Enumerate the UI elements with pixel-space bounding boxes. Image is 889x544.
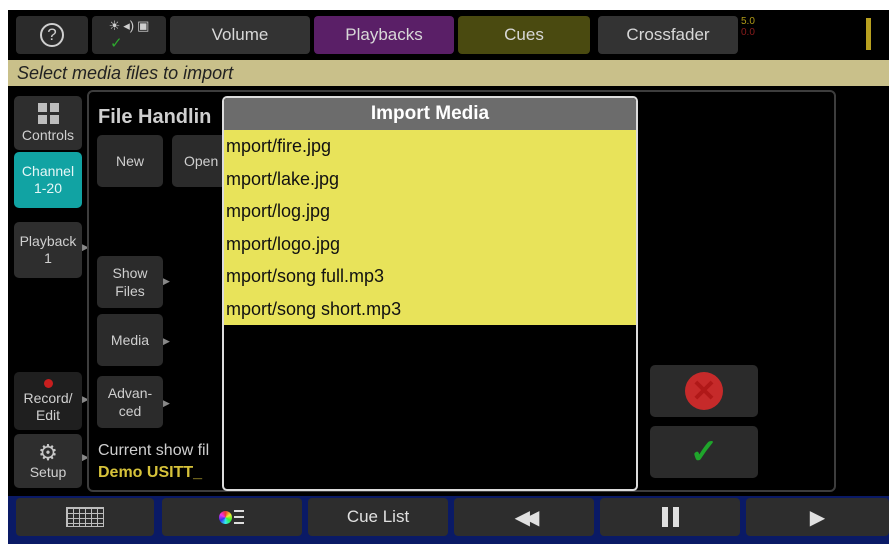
- sidebar-item-label: Edit: [35, 406, 61, 423]
- media-label: Media: [110, 332, 150, 348]
- image-icon: ▣: [137, 18, 150, 33]
- play-button[interactable]: ▶: [746, 498, 889, 536]
- crossfader-button[interactable]: Crossfader: [598, 16, 738, 54]
- sidebar-item-playback[interactable]: Playback 1: [14, 222, 82, 278]
- sidebar-item-record-edit[interactable]: Record/ Edit: [14, 372, 82, 430]
- advanced-label: Advan-: [107, 385, 153, 401]
- show-files-label: Files: [115, 283, 145, 299]
- record-dot-icon: [43, 378, 53, 388]
- check-icon: ✓: [110, 35, 123, 52]
- sidebar-item-label: Setup: [29, 463, 67, 480]
- color-picker-icon: [219, 507, 245, 527]
- keypad-button[interactable]: [16, 498, 154, 536]
- list-item[interactable]: mport/song full.mp3: [224, 260, 636, 293]
- app-window: ? ☀ ◂) ▣ ✓ Volume Playbacks Cues Crossfa…: [8, 10, 889, 544]
- sidebar-item-label: Channel: [21, 163, 75, 179]
- grid-icon: [66, 507, 104, 527]
- list-item[interactable]: mport/lake.jpg: [224, 163, 636, 196]
- sidebar-item-label: Playback: [19, 233, 77, 249]
- media-button[interactable]: Media: [97, 314, 163, 366]
- grid-icon: [37, 102, 59, 124]
- playbacks-button[interactable]: Playbacks: [314, 16, 454, 54]
- volume-button[interactable]: Volume: [170, 16, 310, 54]
- level-bottom: 0.0: [741, 27, 755, 38]
- advanced-label: ced: [118, 403, 142, 419]
- brightness-icon: ☀: [108, 18, 121, 33]
- sidebar-item-label: Controls: [21, 126, 75, 143]
- sidebar-item-label: Record/: [23, 389, 73, 406]
- bottom-bar: Cue List ◀◀ ▶: [8, 496, 889, 544]
- level-indicator: [866, 18, 871, 50]
- cancel-button[interactable]: ✕: [650, 365, 758, 417]
- sidebar-item-label: 1: [44, 250, 52, 266]
- open-label: Open: [184, 153, 219, 169]
- current-show-name: Demo USITT_: [98, 464, 203, 481]
- rewind-button[interactable]: ◀◀: [454, 498, 594, 536]
- page-title: File Handlin: [98, 106, 212, 128]
- cue-list-button[interactable]: Cue List: [308, 498, 448, 536]
- sidebar-item-setup[interactable]: ⚙ Setup: [14, 434, 82, 488]
- list-item[interactable]: mport/logo.jpg: [224, 228, 636, 261]
- help-icon: ?: [40, 23, 64, 47]
- show-files-button[interactable]: Show Files: [97, 256, 163, 308]
- chevron-right-icon: ▶: [163, 398, 170, 408]
- show-files-label: Show: [112, 265, 148, 281]
- sidebar-item-label: 1-20: [33, 180, 63, 196]
- pause-icon: [661, 507, 679, 527]
- file-list: mport/fire.jpg mport/lake.jpg mport/log.…: [224, 130, 636, 325]
- current-show-label: Current show fil: [98, 442, 210, 459]
- list-item[interactable]: mport/log.jpg: [224, 195, 636, 228]
- chevron-right-icon: ▶: [163, 276, 170, 286]
- ok-button[interactable]: ✓: [650, 426, 758, 478]
- new-button[interactable]: New: [97, 135, 163, 187]
- status-indicators[interactable]: ☀ ◂) ▣ ✓: [92, 16, 166, 54]
- cues-button[interactable]: Cues: [458, 16, 590, 54]
- rewind-icon: ◀◀: [514, 506, 540, 529]
- volume-icon: ◂): [123, 18, 135, 33]
- prompt-bar: Select media files to import: [8, 60, 889, 86]
- chevron-right-icon: ▶: [163, 336, 170, 346]
- cancel-icon: ✕: [685, 372, 723, 410]
- gear-icon: ⚙: [38, 439, 58, 465]
- cue-list-label: Cue List: [346, 507, 410, 526]
- import-media-dialog: Import Media mport/fire.jpg mport/lake.j…: [222, 96, 638, 491]
- play-icon: ▶: [809, 506, 826, 529]
- list-item[interactable]: mport/fire.jpg: [224, 130, 636, 163]
- ok-check-icon: ✓: [689, 433, 719, 471]
- level-top: 5.0: [741, 16, 755, 27]
- sidebar-item-controls[interactable]: Controls: [14, 96, 82, 150]
- color-picker-button[interactable]: [162, 498, 302, 536]
- help-button[interactable]: ?: [16, 16, 88, 54]
- crossfader-level: 5.0 0.0: [741, 16, 773, 54]
- sidebar-item-channel[interactable]: Channel 1-20: [14, 152, 82, 208]
- list-item[interactable]: mport/song short.mp3: [224, 293, 636, 326]
- pause-button[interactable]: [600, 498, 740, 536]
- new-label: New: [115, 153, 144, 169]
- top-bar: ? ☀ ◂) ▣ ✓ Volume Playbacks Cues Crossfa…: [8, 10, 889, 58]
- dialog-title: Import Media: [224, 98, 636, 130]
- advanced-button[interactable]: Advan- ced: [97, 376, 163, 428]
